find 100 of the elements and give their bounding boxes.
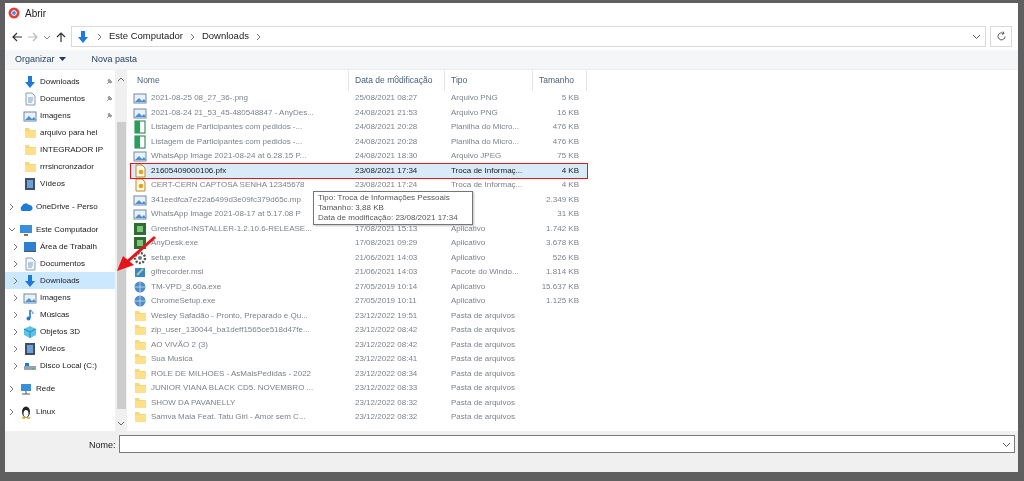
file-name[interactable]: JUNIOR VIANA BLACK CD5. NOVEMBRO ... bbox=[151, 382, 314, 395]
file-type: Aplicativo bbox=[451, 281, 486, 291]
tree-item[interactable]: OneDrive - Perso bbox=[5, 198, 115, 215]
sidebar-item[interactable]: arquivo para hel bbox=[5, 124, 115, 141]
file-name[interactable]: gifrecorder.msi bbox=[151, 266, 204, 279]
file-type: Aplicativo bbox=[451, 238, 486, 248]
image-icon bbox=[133, 207, 147, 222]
file-name[interactable]: Sua Musica bbox=[151, 353, 193, 366]
file-name[interactable]: Greenshot-INSTALLER-1.2.10.6-RELEASE... bbox=[151, 222, 312, 235]
tree-item[interactable]: Disco Local (C:) bbox=[5, 357, 115, 374]
folder-icon bbox=[23, 159, 37, 174]
sidebar-item[interactable]: Documentos bbox=[5, 90, 115, 107]
network-icon bbox=[19, 381, 33, 396]
tooltip-line: Data de modificação: 23/08/2021 17:34 bbox=[318, 213, 459, 223]
scrollbar[interactable] bbox=[115, 70, 127, 431]
file-name[interactable]: Samva Maia Feat. Tatu Girl - Amor sem C... bbox=[151, 411, 306, 424]
file-name[interactable]: 341eedfca7e22a6499d3e09fc379d65c.mp bbox=[151, 193, 301, 206]
up-button[interactable] bbox=[55, 30, 67, 43]
modified-date: 27/05/2019 10:11 bbox=[355, 296, 417, 306]
spreadsheet-icon bbox=[133, 120, 147, 135]
file-type: Aplicativo bbox=[451, 296, 486, 306]
sidebar-item[interactable]: Downloads bbox=[5, 73, 115, 90]
file-type: Arquivo PNG bbox=[451, 107, 498, 117]
file-type: Pasta de arquivos bbox=[451, 325, 516, 335]
column-header[interactable]: Tamanho bbox=[533, 70, 587, 91]
tree-item[interactable]: Linux bbox=[5, 403, 115, 420]
modified-date: 23/12/2022 08:42 bbox=[355, 325, 418, 335]
tooltip-line: Tamanho: 3,88 KB bbox=[318, 203, 385, 213]
breadcrumb[interactable]: Este Computador bbox=[109, 29, 183, 44]
new-folder-button[interactable]: Nova pasta bbox=[89, 52, 140, 67]
file-name[interactable]: ROLE DE MILHOES - AsMaisPedidas - 2022 bbox=[151, 367, 312, 380]
file-type: Pasta de arquivos bbox=[451, 368, 516, 378]
file-name[interactable]: 21605409000106.pfx bbox=[151, 164, 227, 177]
pin-icon bbox=[105, 111, 113, 120]
tree-item[interactable]: Este Computador bbox=[5, 221, 115, 238]
file-name[interactable]: WhatsApp Image 2021-08-24 at 6.28.15 P... bbox=[151, 150, 307, 163]
column-header[interactable]: Nome bbox=[131, 70, 349, 91]
image-icon bbox=[133, 105, 147, 120]
file-name[interactable]: zip_user_130044_ba1deff1565ce518d47fe... bbox=[151, 324, 310, 337]
address-bar[interactable]: Este Computador Downloads bbox=[71, 26, 986, 47]
tree-item[interactable]: Downloads bbox=[5, 272, 115, 289]
forward-arrow-icon bbox=[27, 30, 39, 43]
file-name[interactable]: AO VIVÃO 2 (3) bbox=[151, 338, 208, 351]
file-name[interactable]: Listagem de Participantes com pedidos -... bbox=[151, 121, 303, 134]
tree-item[interactable]: Músicas bbox=[5, 306, 115, 323]
file-name[interactable]: Wesley Safadão - Pronto, Preparado e Qu... bbox=[151, 309, 308, 322]
spreadsheet-icon bbox=[133, 134, 147, 149]
file-size: 75 KB bbox=[557, 151, 579, 161]
file-name[interactable]: setup.exe bbox=[151, 251, 186, 264]
file-size: 4 KB bbox=[561, 165, 579, 175]
tree-item[interactable]: Imagens bbox=[5, 289, 115, 306]
film-icon bbox=[23, 176, 37, 191]
file-size: 476 KB bbox=[552, 136, 579, 146]
file-type: Pasta de arquivos bbox=[451, 412, 516, 422]
file-name[interactable]: AnyDesk.exe bbox=[151, 237, 199, 250]
file-size: 1.814 KB bbox=[546, 267, 579, 277]
file-name[interactable]: TM-VPD_8.60a.exe bbox=[151, 280, 222, 293]
folder-icon bbox=[133, 395, 147, 410]
folder-icon bbox=[133, 337, 147, 352]
sidebar-item[interactable]: INTEGRADOR IP bbox=[5, 141, 115, 158]
installer-icon bbox=[133, 265, 147, 280]
tree-item[interactable]: Rede bbox=[5, 380, 115, 397]
folder-icon bbox=[133, 352, 147, 367]
document-icon bbox=[23, 256, 37, 271]
chevron-icon bbox=[95, 32, 104, 41]
file-type: Pasta de arquivos bbox=[451, 339, 516, 349]
file-size: 1.125 KB bbox=[546, 296, 579, 306]
file-type: Pasta de arquivos bbox=[451, 354, 516, 364]
file-type: Aplicativo bbox=[451, 223, 486, 233]
screen-icon bbox=[23, 239, 37, 254]
sidebar-item[interactable]: Imagens bbox=[5, 107, 115, 124]
column-header[interactable]: Data de modificação bbox=[349, 70, 445, 91]
column-header[interactable]: Tipo bbox=[445, 70, 533, 91]
modified-date: 24/08/2021 21:53 bbox=[355, 107, 418, 117]
tree-item[interactable]: Área de Trabalh bbox=[5, 238, 115, 255]
back-button[interactable] bbox=[11, 30, 23, 43]
organize-menu[interactable]: Organizar bbox=[13, 52, 68, 67]
sidebar-item[interactable]: rrrsincronzador bbox=[5, 158, 115, 175]
tree-item[interactable]: Objetos 3D bbox=[5, 323, 115, 340]
sidebar-item[interactable]: Vídeos bbox=[5, 175, 115, 192]
file-size: 2.349 KB bbox=[546, 194, 579, 204]
file-name[interactable]: WhatsApp Image 2021-08-17 at 5.17.08 P bbox=[151, 208, 301, 221]
file-name[interactable]: 2021-08-24 21_53_45-480548847 - AnyDes... bbox=[151, 106, 314, 119]
file-name[interactable]: ChromeSetup.exe bbox=[151, 295, 216, 308]
back-arrow-icon bbox=[11, 30, 23, 43]
filename-field[interactable] bbox=[118, 435, 1015, 453]
modified-date: 23/12/2022 19:51 bbox=[355, 310, 418, 320]
modified-date: 23/12/2022 08:32 bbox=[355, 412, 418, 422]
refresh-button[interactable] bbox=[990, 26, 1012, 47]
document-icon bbox=[23, 91, 37, 106]
file-name[interactable]: SHOW DA PAVANELLY bbox=[151, 396, 236, 409]
tree-item[interactable]: Documentos bbox=[5, 255, 115, 272]
file-name[interactable]: Listagem de Participantes com pedidos -... bbox=[151, 135, 303, 148]
file-name[interactable]: CERT-CERN CAPTOSA SENHA 12345678 bbox=[151, 179, 305, 192]
file-name[interactable]: 2021-08-25 08_27_36-.png bbox=[151, 92, 248, 105]
file-size: 1.742 KB bbox=[546, 223, 579, 233]
breadcrumb[interactable]: Downloads bbox=[201, 29, 249, 44]
tree-item[interactable]: Vídeos bbox=[5, 340, 115, 357]
file-type: Pasta de arquivos bbox=[451, 383, 516, 393]
monitor-icon bbox=[19, 222, 33, 237]
